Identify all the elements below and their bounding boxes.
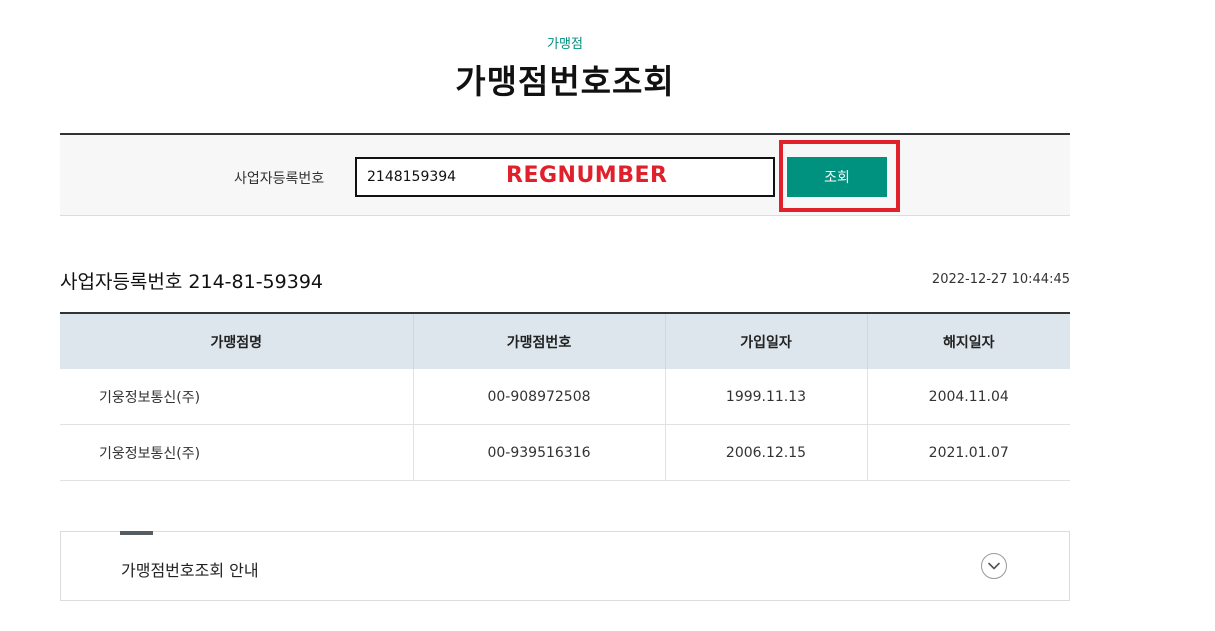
column-header: 가맹점번호 xyxy=(413,313,666,369)
search-button[interactable]: 조회 xyxy=(787,157,887,197)
termination-date-cell: 2004.11.04 xyxy=(867,369,1070,425)
table-header-row: 가맹점명 가맹점번호 가입일자 해지일자 xyxy=(60,313,1070,369)
merchant-name-cell: 기웅정보통신(주) xyxy=(60,369,414,425)
result-heading: 사업자등록번호 214-81-59394 xyxy=(60,271,323,293)
page-title: 가맹점번호조회 xyxy=(455,62,675,101)
join-date-cell: 1999.11.13 xyxy=(665,369,868,425)
info-title: 가맹점번호조회 안내 xyxy=(121,561,259,580)
search-label: 사업자등록번호 xyxy=(234,171,325,187)
termination-date-cell: 2021.01.07 xyxy=(867,424,1070,481)
result-timestamp: 2022-12-27 10:44:45 xyxy=(931,272,1070,287)
merchant-number-cell: 00-939516316 xyxy=(413,424,666,481)
regnumber-annotation: REGNUMBER xyxy=(506,163,668,188)
page-category: 가맹점 xyxy=(547,37,583,52)
column-header: 해지일자 xyxy=(867,313,1070,369)
merchant-number-cell: 00-908972508 xyxy=(413,369,666,425)
search-box: 사업자등록번호 REGNUMBER 조회 xyxy=(60,133,1070,216)
chevron-down-icon xyxy=(988,562,1000,570)
column-header: 가입일자 xyxy=(665,313,868,369)
table-row: 기웅정보통신(주) 00-939516316 2006.12.15 2021.0… xyxy=(60,424,1070,481)
table-row: 기웅정보통신(주) 00-908972508 1999.11.13 2004.1… xyxy=(60,369,1070,425)
join-date-cell: 2006.12.15 xyxy=(665,424,868,481)
merchant-name-cell: 기웅정보통신(주) xyxy=(60,424,414,481)
result-table: 가맹점명 가맹점번호 가입일자 해지일자 기웅정보통신(주) 00-908972… xyxy=(60,312,1070,481)
column-header: 가맹점명 xyxy=(60,313,414,369)
info-accordion[interactable]: 가맹점번호조회 안내 xyxy=(60,531,1070,601)
info-accent-bar xyxy=(120,531,153,535)
expand-toggle-button[interactable] xyxy=(981,553,1007,579)
